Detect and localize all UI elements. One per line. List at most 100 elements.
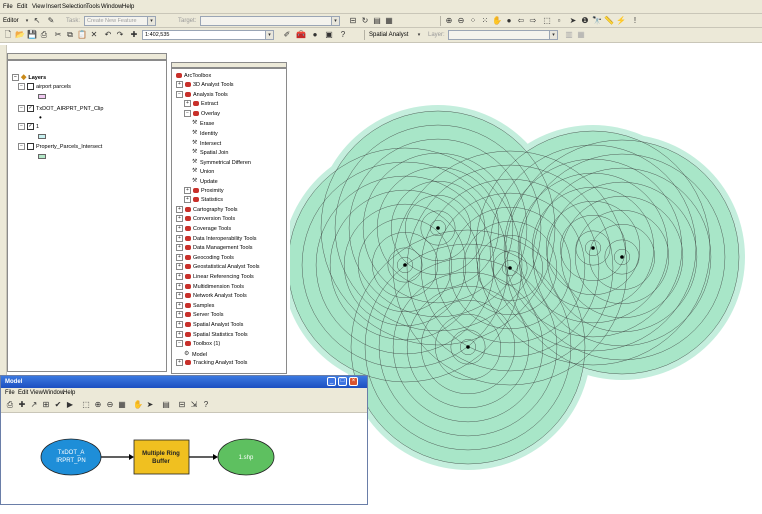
expand-icon[interactable]: + <box>176 225 183 233</box>
collapse-icon[interactable]: − <box>18 83 25 91</box>
expand-icon[interactable]: + <box>176 282 183 290</box>
zoom-out-icon[interactable]: ⊖ <box>456 16 466 26</box>
expand-icon[interactable]: + <box>184 186 191 194</box>
toc-layer-row[interactable]: − airport parcels <box>18 83 71 92</box>
toolbox-item[interactable]: +3D Analyst Tools <box>176 81 234 90</box>
menu-edit[interactable]: Edit <box>17 2 27 12</box>
toolbox-item[interactable]: + Server Tools <box>176 311 223 320</box>
mb-auto-layout-icon[interactable]: ⊞ <box>41 400 51 410</box>
print-icon[interactable]: ⎙ <box>39 30 49 40</box>
toc-layer-row[interactable]: − Property_Parcels_Intersect <box>18 143 102 152</box>
target-dropdown[interactable]: ▾ <box>200 16 340 26</box>
save-icon[interactable]: 💾 <box>27 30 37 40</box>
mb-layout-icon[interactable]: ⊟ <box>177 400 187 410</box>
mb-properties-icon[interactable]: ▤ <box>161 400 171 410</box>
undo-icon[interactable]: ↶ <box>103 30 113 40</box>
mb-menu-help[interactable]: Help <box>63 388 75 398</box>
spatial-analyst-menu[interactable]: Spatial Analyst <box>369 30 408 40</box>
editor-menu-button[interactable]: Editor <box>3 16 19 26</box>
cut-icon[interactable]: ✂ <box>53 30 63 40</box>
expand-icon[interactable]: + <box>184 196 191 204</box>
expand-icon[interactable]: + <box>176 81 183 89</box>
point-symbol-icon[interactable]: • <box>39 113 42 122</box>
layer-symbol-swatch[interactable] <box>38 94 46 99</box>
html-popup-icon[interactable]: ! <box>630 16 640 26</box>
identify-icon[interactable]: ❶ <box>580 16 590 26</box>
expand-icon[interactable]: + <box>176 215 183 223</box>
mb-full-extent-icon[interactable]: ⬚ <box>81 400 91 410</box>
collapse-icon[interactable]: − <box>184 109 191 117</box>
mb-print-icon[interactable]: ⎙ <box>5 400 15 410</box>
select-features-icon[interactable]: ⬚ <box>542 16 552 26</box>
mb-menu-view[interactable]: View <box>30 388 43 398</box>
toolbox-item[interactable]: + Statistics <box>184 196 223 205</box>
task-dropdown[interactable]: Create New Feature ▾ <box>84 16 156 26</box>
mb-run-icon[interactable]: ▶ <box>65 400 75 410</box>
find-icon[interactable]: 🔭 <box>592 16 602 26</box>
expand-icon[interactable]: + <box>176 321 183 329</box>
expand-icon[interactable]: + <box>176 205 183 213</box>
toolbox-item[interactable]: + Extract <box>184 100 218 109</box>
expand-icon[interactable]: + <box>176 253 183 261</box>
map-scale-dropdown[interactable]: 1:402,535 ▾ <box>142 30 274 40</box>
toolbox-item[interactable]: + Data Interoperability Tools <box>176 234 257 244</box>
layer-symbol-swatch[interactable] <box>38 154 46 159</box>
collapse-icon[interactable]: − <box>18 105 25 113</box>
toolbox-root[interactable]: ArcToolbox <box>176 72 211 81</box>
menu-window[interactable]: Window <box>101 2 122 12</box>
minimize-button[interactable]: _ <box>327 377 336 386</box>
expand-icon[interactable]: + <box>176 359 183 367</box>
rotate-tool-icon[interactable]: ↻ <box>360 16 370 26</box>
maximize-button[interactable]: □ <box>338 377 347 386</box>
expand-icon[interactable]: + <box>176 311 183 319</box>
toolbox-item[interactable]: + Linear Referencing Tools <box>176 273 254 282</box>
measure-icon[interactable]: 📏 <box>604 16 614 26</box>
tool-node[interactable] <box>133 439 190 475</box>
expand-icon[interactable]: + <box>176 263 183 271</box>
expand-icon[interactable]: + <box>176 273 183 281</box>
mb-validate-icon[interactable]: ✔ <box>53 400 63 410</box>
sketch-properties-icon[interactable]: ▦ <box>384 16 394 26</box>
fixed-zoom-out-icon[interactable]: ⁙ <box>480 16 490 26</box>
hyperlink-icon[interactable]: ⚡ <box>616 16 626 26</box>
histogram-icon[interactable]: ▥ <box>564 30 574 40</box>
zoom-in-icon[interactable]: ⊕ <box>444 16 454 26</box>
full-extent-icon[interactable]: ● <box>504 16 514 26</box>
mb-menu-file[interactable]: File <box>5 388 15 398</box>
layer-visibility-checkbox[interactable]: ✓ <box>27 105 34 113</box>
toolbox-item[interactable]: + Coverage Tools <box>176 225 231 234</box>
toolbox-item[interactable]: + Cartography Tools <box>176 205 238 215</box>
clear-selection-icon[interactable]: ▫ <box>554 16 564 26</box>
chevron-down-icon[interactable]: ▾ <box>414 30 424 40</box>
back-extent-icon[interactable]: ⇦ <box>516 16 526 26</box>
mb-arrange-icon[interactable]: ⇲ <box>189 400 199 410</box>
mb-menu-edit[interactable]: Edit <box>18 388 28 398</box>
toolbox-item[interactable]: + Samples <box>176 301 214 311</box>
expand-icon[interactable]: + <box>176 244 183 252</box>
layer-dropdown[interactable]: ▾ <box>448 30 558 40</box>
split-tool-icon[interactable]: ⊟ <box>348 16 358 26</box>
collapse-icon[interactable]: − <box>18 143 25 151</box>
layer-symbol-swatch[interactable] <box>38 134 46 139</box>
pan-icon[interactable]: ✋ <box>492 16 502 26</box>
expand-icon[interactable]: + <box>176 234 183 242</box>
toolbox-item[interactable]: + Proximity <box>184 186 224 196</box>
tool-item[interactable]: ⚒ Erase <box>192 119 214 128</box>
collapse-icon[interactable]: − <box>176 340 183 348</box>
layer-visibility-checkbox[interactable] <box>27 83 34 91</box>
tool-item[interactable]: ⚒ Spatial Join <box>192 148 228 157</box>
fixed-zoom-in-icon[interactable]: ⁘ <box>468 16 478 26</box>
menu-insert[interactable]: Insert <box>46 2 61 12</box>
toolbox-item[interactable]: + Network Analyst Tools <box>176 292 247 301</box>
tool-item[interactable]: ⚒ Identity <box>192 129 218 138</box>
collapse-icon[interactable]: − <box>18 123 25 131</box>
copy-icon[interactable]: ⧉ <box>65 30 75 40</box>
toc-layer-row[interactable]: − ✓ 1 <box>18 123 39 132</box>
toolbox-item[interactable]: + Spatial Statistics Tools <box>176 330 248 340</box>
toc-layer-row[interactable]: − ✓ TxDOT_AIRPRT_PNT_Clip <box>18 105 103 114</box>
close-button[interactable]: × <box>349 377 358 386</box>
layer-visibility-checkbox[interactable]: ✓ <box>27 123 34 131</box>
add-data-icon[interactable]: ✚ <box>129 30 139 40</box>
model-canvas[interactable]: TxDOT_A IRPRT_PN Multiple Ring Buffer 1.… <box>1 413 367 504</box>
paste-icon[interactable]: 📋 <box>77 30 87 40</box>
